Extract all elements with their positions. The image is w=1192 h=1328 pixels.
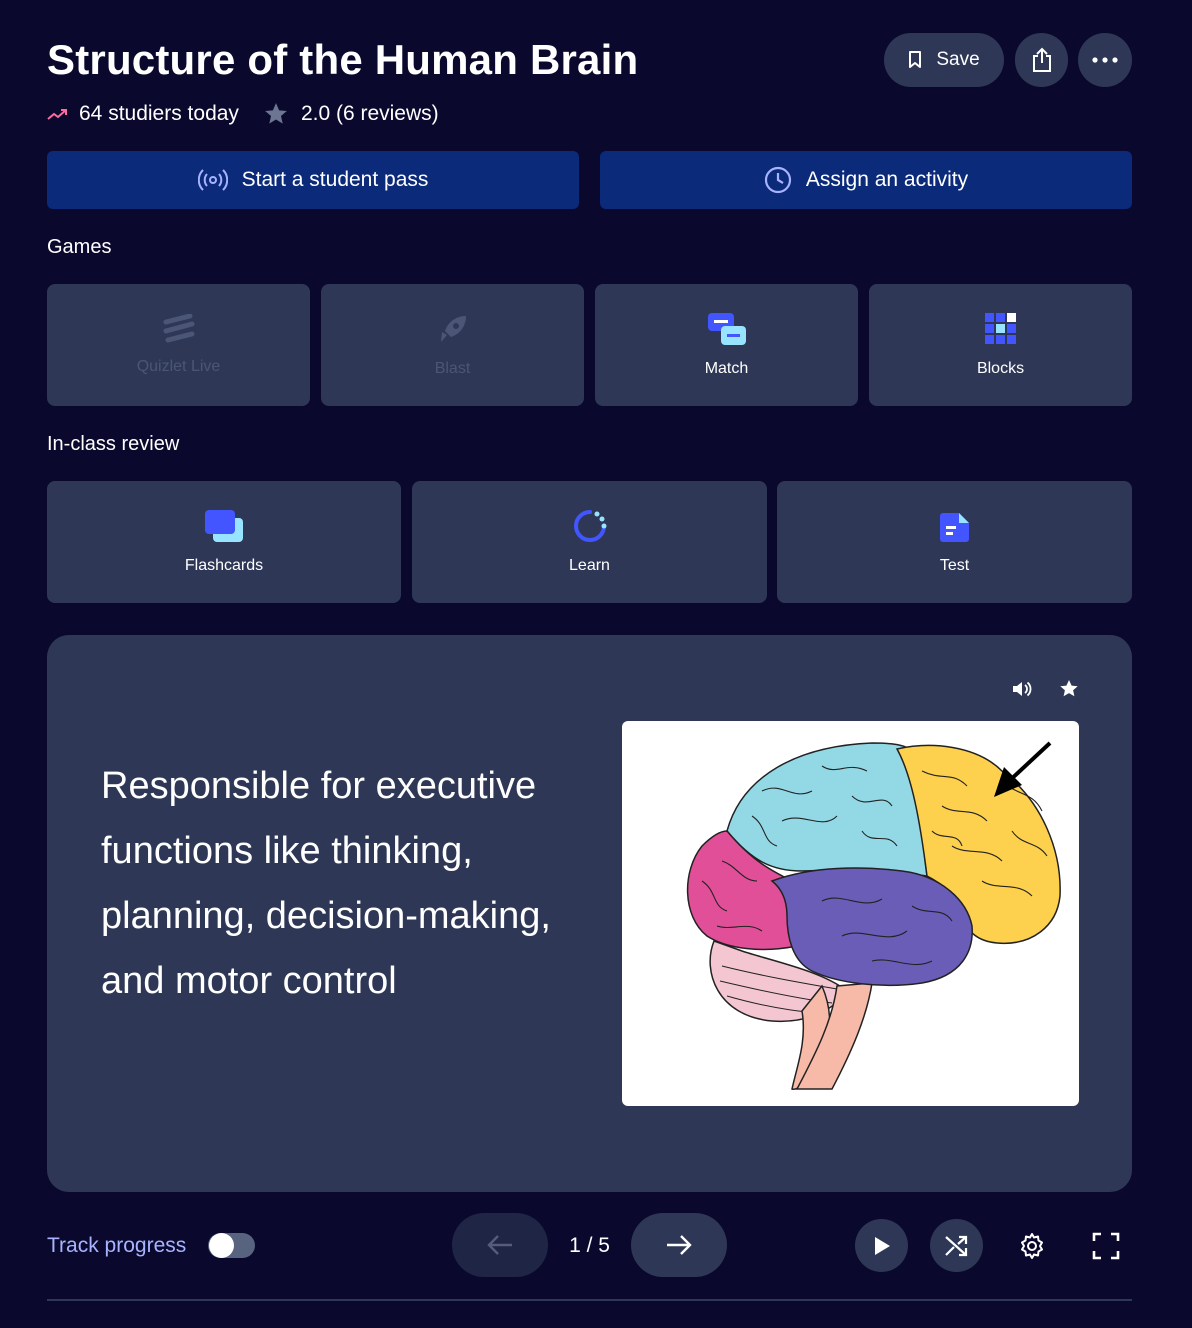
- learn-icon: [573, 510, 606, 542]
- page-title: Structure of the Human Brain: [47, 36, 639, 83]
- review-test[interactable]: Test: [777, 481, 1132, 603]
- quizlet-live-icon: [163, 314, 194, 343]
- review-label: Flashcards: [184, 557, 264, 574]
- game-blocks[interactable]: Blocks: [869, 284, 1132, 406]
- game-blast: Blast: [321, 284, 584, 406]
- studiers-count: 64 studiers today: [79, 102, 239, 125]
- review-label: Learn: [569, 557, 610, 574]
- shuffle-icon: [944, 1235, 967, 1256]
- flashcard-image: [622, 721, 1079, 1106]
- blocks-icon: [984, 313, 1016, 344]
- track-progress-toggle[interactable]: [208, 1233, 255, 1258]
- toggle-knob: [209, 1233, 234, 1258]
- test-icon: [939, 513, 969, 542]
- shuffle-button[interactable]: [930, 1219, 983, 1272]
- game-label: Match: [704, 360, 749, 377]
- review-label: Test: [939, 557, 970, 574]
- games-heading: Games: [47, 236, 112, 258]
- star-icon: [265, 103, 287, 124]
- assign-activity-button[interactable]: Assign an activity: [600, 151, 1132, 209]
- star-icon[interactable]: [1056, 676, 1082, 702]
- start-student-pass-button[interactable]: Start a student pass: [47, 151, 579, 209]
- bookmark-icon: [909, 51, 922, 68]
- review-learn[interactable]: Learn: [412, 481, 767, 603]
- share-icon: [1032, 47, 1051, 72]
- game-label: Quizlet Live: [136, 358, 221, 375]
- save-button[interactable]: Save: [884, 33, 1004, 87]
- share-button[interactable]: [1015, 33, 1068, 87]
- track-progress-label: Track progress: [47, 1234, 187, 1257]
- game-quizlet-live: Quizlet Live: [47, 284, 310, 406]
- in-class-review-heading: In-class review: [47, 433, 180, 455]
- fullscreen-icon: [1092, 1232, 1119, 1259]
- trending-icon: [47, 109, 67, 120]
- autoplay-button[interactable]: [855, 1219, 908, 1272]
- game-label: Blast: [434, 360, 471, 377]
- game-match[interactable]: Match: [595, 284, 858, 406]
- rating-text: 2.0 (6 reviews): [300, 102, 439, 125]
- arrow-right-icon: [667, 1235, 692, 1255]
- speaker-icon[interactable]: [1008, 676, 1034, 702]
- assign-label: Assign an activity: [805, 168, 969, 191]
- brain-diagram: [686, 741, 1061, 1090]
- clock-icon: [764, 166, 791, 194]
- next-card-button[interactable]: [631, 1213, 727, 1277]
- broadcast-icon: [197, 169, 228, 191]
- student-pass-label: Start a student pass: [241, 168, 429, 191]
- card-counter: 1 / 5: [569, 1234, 610, 1257]
- review-flashcards[interactable]: Flashcards: [47, 481, 401, 603]
- game-label: Blocks: [976, 360, 1025, 377]
- save-label: Save: [936, 49, 980, 70]
- gear-icon: [1020, 1232, 1043, 1259]
- play-icon: [874, 1236, 890, 1255]
- settings-button[interactable]: [1005, 1219, 1058, 1272]
- match-icon: [707, 313, 746, 345]
- more-icon: [1092, 57, 1118, 63]
- previous-card-button[interactable]: [452, 1213, 548, 1277]
- fullscreen-button[interactable]: [1079, 1219, 1132, 1272]
- more-options-button[interactable]: [1078, 33, 1132, 87]
- arrow-left-icon: [487, 1235, 512, 1255]
- divider: [47, 1299, 1132, 1301]
- set-meta: 64 studiers today 2.0 (6 reviews): [47, 100, 439, 128]
- flashcard-term: Responsible for executive functions like…: [101, 765, 551, 1002]
- flashcards-icon: [205, 510, 243, 542]
- rocket-icon: [440, 316, 466, 342]
